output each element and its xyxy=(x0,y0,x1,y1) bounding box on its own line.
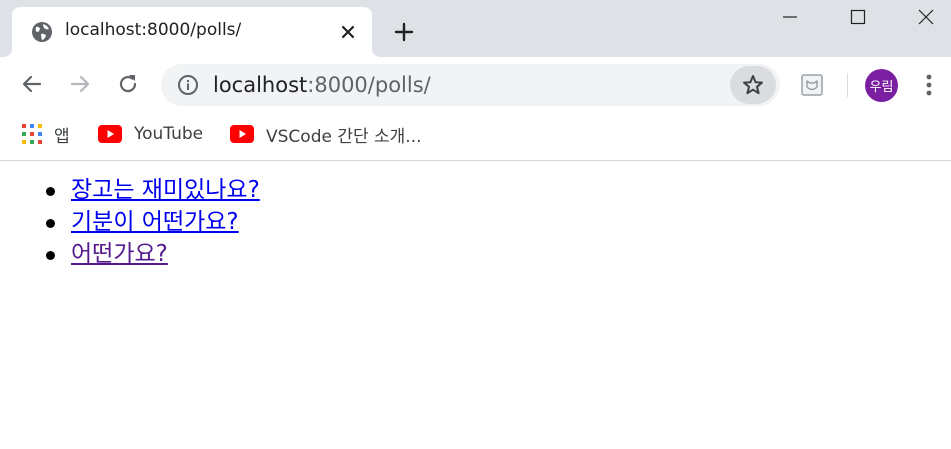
bookmark-star-button[interactable] xyxy=(730,66,776,104)
maximize-button[interactable] xyxy=(828,0,888,34)
bookmark-label: VSCode 간단 소개... xyxy=(266,126,422,147)
more-menu-icon[interactable] xyxy=(918,71,940,99)
bookmark-vscode-intro[interactable]: VSCode 간단 소개... xyxy=(230,122,422,147)
list-item: 장고는 재미있나요? xyxy=(46,174,260,206)
info-icon[interactable] xyxy=(177,74,199,96)
close-icon xyxy=(918,9,934,25)
tab-title: localhost:8000/polls/ xyxy=(65,20,242,40)
toolbar-separator xyxy=(847,73,848,97)
question-link[interactable]: 장고는 재미있나요? xyxy=(71,177,260,203)
question-link[interactable]: 어떤가요? xyxy=(71,241,168,267)
url-host: localhost xyxy=(213,73,308,97)
youtube-icon xyxy=(98,125,122,143)
tab-polls[interactable]: localhost:8000/polls/ xyxy=(12,7,372,57)
forward-arrow-icon xyxy=(70,75,90,93)
globe-icon xyxy=(32,22,52,42)
minimize-button[interactable] xyxy=(760,0,820,34)
forward-button[interactable] xyxy=(67,71,93,97)
list-item: 어떤가요? xyxy=(46,238,260,270)
apps-icon xyxy=(22,124,42,144)
bullet xyxy=(46,187,55,196)
bookmarks-bar: 앱 YouTube VSCode 간단 소개... xyxy=(0,112,951,161)
bullet xyxy=(46,219,55,228)
url-path: :8000/polls/ xyxy=(307,73,431,97)
star-icon xyxy=(743,75,763,95)
bookmark-label: YouTube xyxy=(134,124,204,144)
new-tab-icon[interactable] xyxy=(392,20,416,44)
bookmark-youtube[interactable]: YouTube xyxy=(98,122,203,146)
url-text[interactable]: localhost:8000/polls/ xyxy=(213,73,431,97)
bullet xyxy=(46,251,55,260)
address-bar[interactable]: localhost:8000/polls/ xyxy=(161,64,780,106)
list-item: 기분이 어떤가요? xyxy=(46,206,260,238)
minimize-icon xyxy=(783,16,797,18)
bookmark-label: 앱 xyxy=(54,126,70,147)
tab-strip: localhost:8000/polls/ xyxy=(0,0,951,57)
maximize-icon xyxy=(850,9,866,25)
extension-icon[interactable] xyxy=(800,73,824,97)
reload-button[interactable] xyxy=(115,71,141,97)
close-tab-icon[interactable] xyxy=(337,21,359,43)
question-list: 장고는 재미있나요? 기분이 어떤가요? 어떤가요? xyxy=(46,174,260,270)
reload-icon xyxy=(119,75,137,93)
page-content: 장고는 재미있나요? 기분이 어떤가요? 어떤가요? xyxy=(0,161,951,449)
close-window-button[interactable] xyxy=(896,0,951,34)
bookmark-apps[interactable]: 앱 xyxy=(22,122,70,147)
back-arrow-icon xyxy=(22,75,42,93)
profile-avatar[interactable]: 우림 xyxy=(865,69,898,102)
youtube-icon xyxy=(230,125,254,143)
back-button[interactable] xyxy=(19,71,45,97)
question-link[interactable]: 기분이 어떤가요? xyxy=(71,209,239,235)
toolbar: localhost:8000/polls/ 우림 xyxy=(0,57,951,112)
